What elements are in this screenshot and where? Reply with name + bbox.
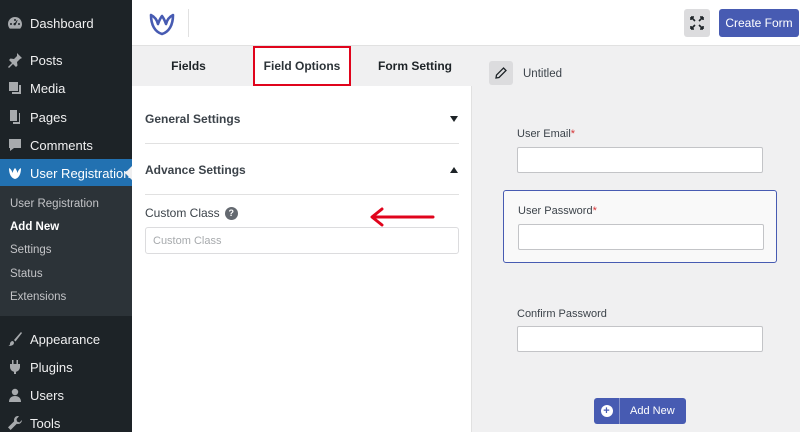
- submenu-item-settings[interactable]: Settings: [10, 244, 52, 256]
- general-settings-label: General Settings: [145, 111, 241, 126]
- submenu-item-status[interactable]: Status: [10, 268, 43, 280]
- form-preview: Untitled User Email* User Password* Conf…: [472, 46, 800, 432]
- field-user-email[interactable]: User Email*: [503, 118, 777, 186]
- tab-form-setting[interactable]: Form Setting: [358, 46, 472, 86]
- menu-item-media[interactable]: Media: [0, 74, 132, 102]
- confirm-password-input[interactable]: [517, 326, 763, 352]
- divider: [188, 9, 189, 37]
- plugin-icon: [0, 359, 30, 375]
- submenu-item-user-registration[interactable]: User Registration: [10, 198, 99, 210]
- submenu-item-extensions[interactable]: Extensions: [10, 291, 66, 303]
- menu-item-dashboard[interactable]: Dashboard: [0, 9, 132, 37]
- menu-label: Dashboard: [30, 15, 94, 31]
- custom-class-input[interactable]: [145, 227, 459, 254]
- settings-tabs: Fields Field Options Form Setting: [132, 46, 472, 86]
- menu-item-pages[interactable]: Pages: [0, 103, 132, 131]
- caret-up-icon: [449, 165, 459, 175]
- users-icon: [0, 387, 30, 403]
- menu-item-appearance[interactable]: Appearance: [0, 325, 132, 353]
- user-password-input[interactable]: [518, 224, 764, 250]
- add-new-button[interactable]: + Add New: [594, 398, 686, 424]
- advance-settings-label: Advance Settings: [145, 162, 246, 177]
- dashboard-icon: [0, 15, 30, 31]
- plus-circle-icon: +: [594, 398, 620, 424]
- field-user-password[interactable]: User Password*: [503, 190, 777, 263]
- annotation-arrow-icon: [370, 207, 435, 227]
- add-new-label: Add New: [630, 405, 675, 417]
- menu-label: Appearance: [30, 331, 101, 347]
- tab-fields[interactable]: Fields: [132, 46, 245, 86]
- field-label: Confirm Password: [517, 308, 607, 320]
- form-title[interactable]: Untitled: [523, 68, 562, 80]
- field-confirm-password[interactable]: Confirm Password: [503, 296, 777, 364]
- pin-icon: [0, 52, 30, 68]
- submenu-user-registration: User Registration Add New Settings Statu…: [0, 186, 132, 316]
- menu-label: Tools: [30, 415, 61, 431]
- media-icon: [0, 80, 30, 96]
- menu-item-comments[interactable]: Comments: [0, 131, 132, 159]
- menu-item-user-registration[interactable]: User Registration: [0, 159, 132, 187]
- fullscreen-button[interactable]: [684, 9, 710, 37]
- fullscreen-icon: [690, 16, 704, 30]
- menu-label: Media: [30, 80, 66, 96]
- field-label: User Password*: [518, 205, 597, 217]
- menu-item-tools[interactable]: Tools: [0, 409, 132, 432]
- field-label: User Email*: [517, 128, 576, 140]
- tab-field-options[interactable]: Field Options: [253, 46, 351, 86]
- builder-topbar: Create Form: [132, 0, 800, 46]
- caret-down-icon: [449, 114, 459, 124]
- pages-icon: [0, 109, 30, 125]
- menu-item-users[interactable]: Users: [0, 381, 132, 409]
- brush-icon: [0, 331, 30, 347]
- custom-class-text: Custom Class: [145, 206, 220, 220]
- menu-item-posts[interactable]: Posts: [0, 46, 132, 74]
- user-registration-icon: [0, 165, 30, 181]
- user-registration-logo: [149, 13, 175, 36]
- custom-class-label: Custom Class ?: [145, 206, 238, 220]
- menu-label: User Registration: [30, 165, 131, 181]
- menu-item-plugins[interactable]: Plugins: [0, 353, 132, 381]
- pencil-icon: [495, 67, 507, 79]
- edit-title-button[interactable]: [489, 61, 513, 85]
- menu-label: Users: [30, 387, 64, 403]
- create-form-button[interactable]: Create Form: [719, 9, 799, 37]
- menu-label: Comments: [30, 137, 93, 153]
- wrench-icon: [0, 415, 30, 431]
- menu-label: Pages: [30, 109, 67, 125]
- user-email-input[interactable]: [517, 147, 763, 173]
- general-settings-toggle[interactable]: General Settings: [145, 94, 459, 144]
- advance-settings-toggle[interactable]: Advance Settings: [145, 145, 459, 195]
- help-icon[interactable]: ?: [224, 206, 238, 220]
- menu-label: Posts: [30, 52, 63, 68]
- comment-icon: [0, 137, 30, 153]
- admin-sidebar: Dashboard Posts Media Pages Comments Use…: [0, 0, 132, 432]
- settings-panel: Fields Field Options Form Setting Genera…: [132, 46, 472, 432]
- submenu-item-add-new[interactable]: Add New: [10, 221, 59, 233]
- menu-label: Plugins: [30, 359, 73, 375]
